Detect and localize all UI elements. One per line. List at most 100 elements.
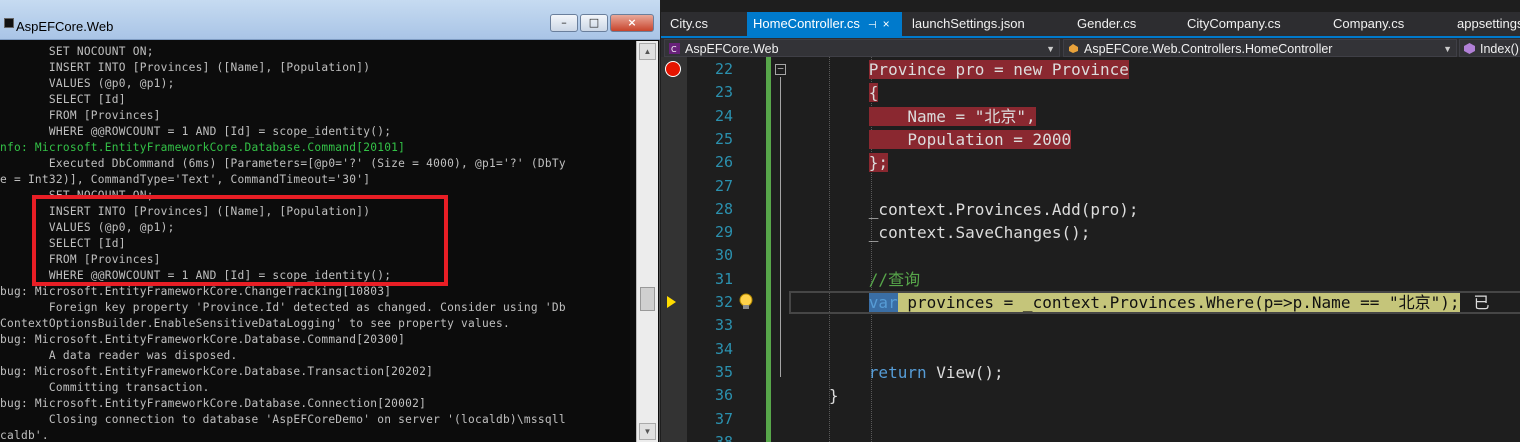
line-number: 38 [714,432,733,442]
member-dropdown[interactable]: Index() [1459,39,1520,57]
line-number: 35 [714,362,733,381]
console-line: Foreign key property 'Province.Id' detec… [0,301,566,314]
code-line[interactable]: { [868,81,879,104]
member-label: Index() [1480,42,1519,56]
console-line: Committing transaction. [0,381,210,394]
document-tabs: City.cs HomeController.cs ⊣ × launchSettings… [661,12,1520,36]
console-scrollbar[interactable]: ▲ ▼ [636,41,658,442]
code-line[interactable]: } [829,384,839,407]
console-line: bug: Microsoft.EntityFrameworkCore.Chang… [0,285,392,298]
code-token: _context.SaveChanges(); [868,223,1091,243]
project-dropdown[interactable]: C AspEFCore.Web ▼ [664,39,1060,57]
tab-citycompany-cs[interactable]: CityCompany.cs [1181,12,1321,36]
code-token: new [1013,60,1043,79]
code-line[interactable]: Name = "北京", [868,105,1036,128]
class-label: AspEFCore.Web.Controllers.HomeController [1084,42,1333,56]
code-token: Province [1042,60,1129,79]
code-token: provinces = _context.Provinces.Where(p=>… [897,293,1460,312]
tab-launchsettings-json[interactable]: launchSettings.json [906,12,1066,36]
code-line[interactable]: _context.Provinces.Add(pro); [869,198,1139,221]
line-number: 34 [714,339,733,358]
line-number: 29 [714,223,733,242]
console-line: Executed DbCommand (6ms) [Parameters=[@p… [0,157,566,170]
lightbulb-icon[interactable] [739,293,753,311]
maximize-button[interactable]: □ [580,14,608,32]
tab-appsettings[interactable]: appsettings [1451,12,1520,36]
code-token: var [868,293,898,312]
inline-hint: 已 [1473,293,1490,312]
tab-gender-cs[interactable]: Gender.cs [1071,12,1176,36]
execution-arrow-icon [667,296,676,308]
tab-city-cs[interactable]: City.cs [664,12,744,36]
line-number: 32 [714,293,733,311]
svg-text:C: C [671,45,677,54]
line-number: 22 [714,60,733,78]
console-line: bug: Microsoft.EntityFrameworkCore.Datab… [0,397,427,410]
tab-label: launchSettings.json [912,16,1025,31]
code-token: "北京" [974,106,1027,126]
code-token: _context.Provinces.Add(pro); [868,199,1139,219]
project-label: AspEFCore.Web [685,42,779,56]
csharp-project-icon: C [669,43,680,54]
code-token: } [828,386,839,406]
glyph-margin[interactable] [661,57,687,442]
tab-label: CityCompany.cs [1187,16,1281,31]
line-number: 31 [714,269,733,288]
code-token: //查询 [868,269,921,289]
code-line[interactable]: Population = 2000 [868,128,1072,151]
line-number: 24 [714,106,733,125]
line-number: 26 [714,153,733,172]
tab-label: appsettings [1457,16,1520,31]
code-line[interactable]: return View(); [869,361,1004,384]
scroll-thumb[interactable] [640,287,655,311]
code-token: , [1026,106,1036,126]
tab-homecontroller-cs[interactable]: HomeController.cs ⊣ × [747,12,902,36]
console-line: WHERE @@ROWCOUNT = 1 AND [Id] = scope_id… [0,125,392,138]
code-token: { [868,83,879,103]
class-icon [1069,44,1078,53]
line-number: 36 [714,386,733,405]
close-button[interactable]: × [610,14,654,32]
tab-label: City.cs [670,16,709,31]
console-window: AspEFCore.Web – □ × SET NOCOUNT ON; INSE… [0,0,660,442]
console-line: ContextOptionsBuilder.EnableSensitiveDat… [0,317,510,330]
chevron-down-icon: ▼ [1443,44,1452,54]
minimize-button[interactable]: – [550,14,578,32]
code-area[interactable]: 22 − Province pro = new Province 23 {24 Name… [661,57,1520,442]
tab-label: Company.cs [1333,16,1405,31]
method-icon [1464,43,1475,54]
chevron-down-icon: ▼ [1046,44,1055,54]
code-line[interactable]: //查询 [869,268,920,291]
change-tracking-bar [766,57,771,442]
console-line: bug: Microsoft.EntityFrameworkCore.Datab… [0,365,434,378]
console-line: nfo: Microsoft.EntityFrameworkCore.Datab… [0,141,406,154]
code-token: return [868,362,927,382]
class-dropdown[interactable]: AspEFCore.Web.Controllers.HomeController… [1063,39,1457,57]
code-token: Name = [868,106,975,126]
code-line[interactable]: }; [868,151,889,174]
line-number: 23 [714,83,733,102]
line-number: 37 [714,409,733,428]
scroll-up-icon[interactable]: ▲ [639,43,656,60]
console-line: VALUES (@p0, @p1); [0,77,175,90]
fold-guide-line [780,77,781,377]
console-line: SET NOCOUNT ON; [0,45,154,58]
console-line: INSERT INTO [Provinces] ([Name], [Popula… [0,61,371,74]
line-number: 27 [714,176,733,195]
tab-company-cs[interactable]: Company.cs [1327,12,1447,36]
breakpoint-icon[interactable] [665,61,681,77]
code-line[interactable]: _context.SaveChanges(); [869,221,1091,244]
code-token: Province pro = [868,60,1014,79]
pin-icon[interactable]: ⊣ [868,20,877,31]
code-line[interactable]: var provinces = _context.Provinces.Where… [868,291,1490,314]
code-line[interactable]: Province pro = new Province [868,58,1129,81]
scroll-down-icon[interactable]: ▼ [639,423,656,440]
line-number: 25 [714,129,733,148]
code-token: View(); [926,362,1004,382]
code-token: Population = 2000 [868,129,1072,149]
fold-collapse-icon[interactable]: − [775,63,786,75]
console-titlebar[interactable]: AspEFCore.Web – □ × [0,0,660,40]
tab-label: HomeController.cs [753,16,860,31]
highlight-annotation-box [32,195,448,286]
close-icon[interactable]: × [883,17,890,31]
